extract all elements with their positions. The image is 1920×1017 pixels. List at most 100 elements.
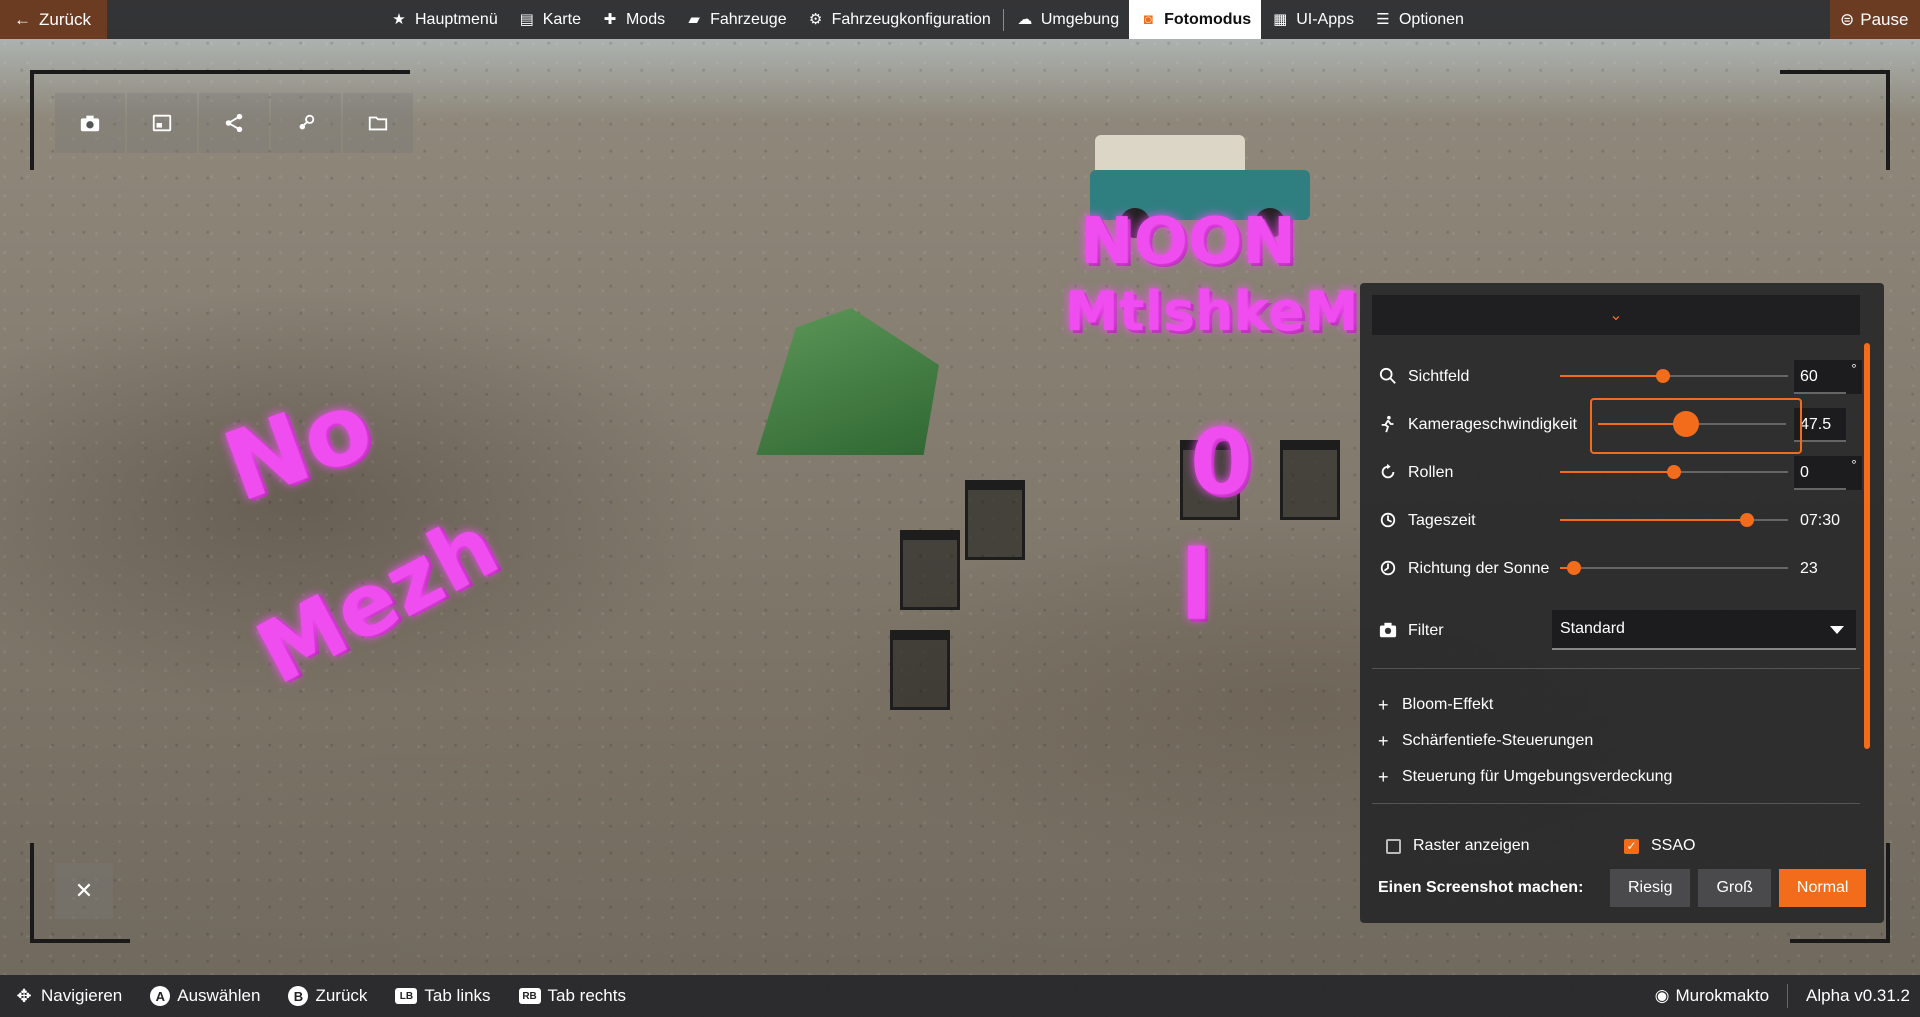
- plus-icon: +: [1378, 694, 1389, 715]
- apps-icon: ▦: [1273, 10, 1288, 28]
- pause-icon: ⊜: [1840, 9, 1855, 29]
- map-icon: ▤: [519, 10, 534, 28]
- setting-label: Sichtfeld: [1408, 367, 1470, 385]
- hint-navigate: ✥ Navigieren: [14, 986, 122, 1006]
- expander-label: Bloom-Effekt: [1402, 696, 1494, 713]
- grid-checkbox[interactable]: Raster anzeigen: [1386, 837, 1530, 855]
- time-of-day-slider[interactable]: [1560, 513, 1788, 527]
- slider-knob[interactable]: [1566, 561, 1581, 575]
- tab-fahrzeuge[interactable]: ▰ Fahrzeuge: [675, 0, 797, 39]
- filter-select[interactable]: Standard: [1552, 610, 1856, 650]
- collapse-panel-button[interactable]: ⌄: [1372, 295, 1860, 335]
- divider: [1372, 668, 1860, 669]
- frame-icon: [152, 114, 172, 132]
- screenshot-label: Einen Screenshot machen:: [1378, 879, 1584, 896]
- sliders-icon: ☰: [1376, 10, 1390, 28]
- running-person-icon: [1378, 414, 1398, 434]
- tab-fotomodus[interactable]: ◙ Fotomodus: [1129, 0, 1262, 39]
- tab-umgebung[interactable]: ☁ Umgebung: [1006, 0, 1129, 39]
- tab-karte[interactable]: ▤ Karte: [508, 0, 591, 39]
- neon-text: MtlshkeM: [1065, 280, 1359, 343]
- slider-knob[interactable]: [1739, 513, 1754, 527]
- camera-icon: ◙: [1143, 10, 1153, 28]
- star-icon: ★: [392, 10, 406, 28]
- hint-label: Zurück: [315, 986, 368, 1005]
- setting-row-time-of-day: Tageszeit 07:30: [1378, 500, 1864, 540]
- hint-back: B Zurück: [288, 986, 367, 1006]
- lb-button-icon: LB: [395, 988, 418, 1004]
- expander-label: Schärfentiefe-Steuerungen: [1402, 732, 1594, 749]
- checkbox-box-checked[interactable]: ✓: [1624, 838, 1639, 854]
- close-photo-mode-button[interactable]: ✕: [55, 863, 113, 919]
- steam-icon: ◉: [1654, 986, 1670, 1005]
- back-button[interactable]: ← Zurück: [0, 0, 107, 39]
- expander-ambient-occlusion[interactable]: + Steuerung für Umgebungsverdeckung: [1378, 762, 1672, 792]
- a-button-icon: A: [150, 986, 171, 1006]
- hint-tab-left: LB Tab links: [395, 986, 491, 1006]
- tab-mods[interactable]: ✚ Mods: [591, 0, 675, 39]
- tab-label: Karte: [542, 10, 581, 28]
- fov-value-input[interactable]: 60: [1794, 360, 1846, 394]
- expander-bloom[interactable]: + Bloom-Effekt: [1378, 690, 1493, 720]
- tab-label: Fahrzeugkonfiguration: [831, 10, 991, 28]
- photo-settings-panel: ⌄ Sichtfeld 60 ° Kamerageschwindigkeit 4…: [1360, 283, 1884, 923]
- steam-upload-button[interactable]: [271, 93, 341, 153]
- open-folder-button[interactable]: [343, 93, 413, 153]
- toggle-ui-button[interactable]: [127, 93, 197, 153]
- tab-hauptmenu[interactable]: ★ Hauptmenü: [380, 0, 508, 39]
- slider-knob[interactable]: [1655, 369, 1670, 383]
- screenshot-size-normal-button[interactable]: Normal: [1778, 869, 1867, 907]
- vehicle-config-icon: ⚙: [808, 10, 823, 28]
- screenshot-size-large-button[interactable]: Groß: [1698, 869, 1771, 907]
- panel-scrollbar[interactable]: [1864, 343, 1870, 749]
- clock-icon: [1378, 510, 1398, 530]
- degree-unit: °: [1846, 360, 1862, 394]
- take-screenshot-button[interactable]: [55, 93, 125, 153]
- tab-optionen[interactable]: ☰ Optionen: [1364, 0, 1474, 39]
- screenshot-size-huge-button[interactable]: Riesig: [1610, 869, 1691, 907]
- tab-label: Mods: [625, 10, 666, 28]
- expander-depth-of-field[interactable]: + Schärfentiefe-Steuerungen: [1378, 726, 1593, 756]
- roll-value-input[interactable]: 0: [1794, 456, 1846, 490]
- tab-label: Hauptmenü: [415, 10, 498, 28]
- fov-slider[interactable]: [1560, 369, 1788, 383]
- setting-row-roll: Rollen 0 °: [1378, 452, 1864, 492]
- screenshot-size-row: Einen Screenshot machen: Riesig Groß Nor…: [1378, 868, 1874, 908]
- checkbox-label: SSAO: [1651, 837, 1696, 854]
- camera-icon: [1378, 620, 1398, 640]
- tab-fahrzeugkonfiguration[interactable]: ⚙ Fahrzeugkonfiguration: [797, 0, 1001, 39]
- hint-tab-right: RB Tab rechts: [518, 986, 626, 1006]
- slider-knob[interactable]: [1667, 465, 1681, 479]
- roll-slider[interactable]: [1560, 465, 1788, 479]
- version-label: Alpha v0.31.2: [1806, 986, 1910, 1005]
- neon-text: 0: [1190, 410, 1253, 515]
- sun-direction-value: 23: [1800, 560, 1818, 577]
- photo-toolbar: [55, 93, 413, 153]
- car-icon: ▰: [688, 10, 700, 28]
- chevron-down-icon: ⌄: [1609, 307, 1623, 324]
- hint-label: Tab links: [424, 986, 491, 1005]
- rb-button-icon: RB: [518, 988, 541, 1004]
- neon-text: l: [1180, 530, 1213, 642]
- plus-icon: +: [1378, 730, 1389, 751]
- rotate-icon: [1378, 462, 1398, 482]
- sun-direction-slider[interactable]: [1560, 561, 1788, 575]
- caret-down-icon: [1830, 626, 1844, 634]
- frame-corner-top-right: [1780, 70, 1890, 170]
- checkbox-label: Raster anzeigen: [1413, 837, 1530, 854]
- ssao-checkbox[interactable]: ✓ SSAO: [1624, 837, 1695, 855]
- tab-ui-apps[interactable]: ▦ UI-Apps: [1261, 0, 1364, 39]
- share-button[interactable]: [199, 93, 269, 153]
- arrow-left-icon: ←: [14, 9, 31, 29]
- setting-row-fov: Sichtfeld 60 °: [1378, 356, 1864, 396]
- chair: [965, 480, 1025, 560]
- pause-button[interactable]: ⊜ Pause: [1830, 0, 1920, 39]
- checkbox-box[interactable]: [1386, 838, 1401, 854]
- steam-icon: [299, 114, 315, 130]
- tab-label: Optionen: [1398, 10, 1464, 28]
- time-of-day-value: 07:30: [1800, 512, 1841, 529]
- setting-label: Richtung der Sonne: [1408, 559, 1550, 577]
- pause-label: Pause: [1860, 9, 1909, 29]
- setting-row-sun-direction: Richtung der Sonne 23: [1378, 548, 1864, 588]
- chair: [890, 630, 950, 710]
